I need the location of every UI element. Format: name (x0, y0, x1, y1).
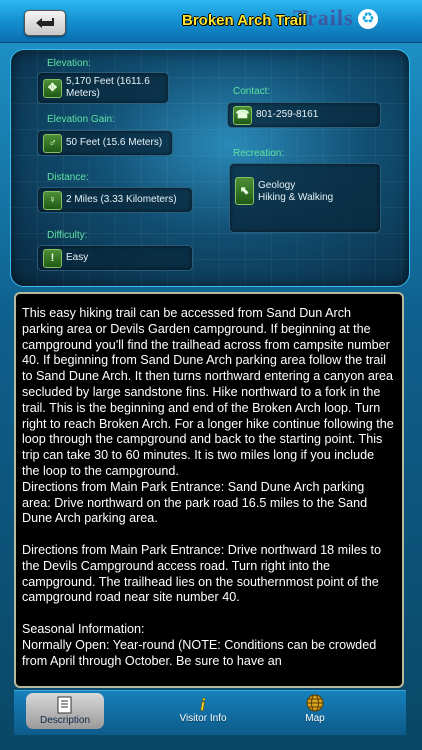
tab-description-label: Description (39, 715, 91, 726)
top-bar: Trails Broken Arch Trail ♻ (0, 0, 422, 43)
pin-icon: ♀ (43, 191, 62, 210)
tab-visitor-info[interactable]: i Visitor Info (164, 691, 242, 731)
contact-value: 801-259-8161 (256, 109, 319, 120)
compass-icon: ✥ (43, 79, 62, 98)
hiker-icon: ⬉ (235, 177, 254, 205)
recreation-item: Geology (258, 180, 296, 191)
elevation-gain-field: ♂ 50 Feet (15.6 Meters) (37, 130, 173, 156)
back-button[interactable] (24, 10, 66, 36)
difficulty-label: Difficulty: (47, 230, 88, 241)
description-text: This easy hiking trail can be accessed f… (22, 306, 394, 668)
tab-map[interactable]: Map (276, 691, 354, 731)
document-icon (57, 696, 72, 714)
description-panel[interactable]: This easy hiking trail can be accessed f… (14, 292, 404, 688)
page-title: Broken Arch Trail (182, 12, 307, 29)
difficulty-field: ! Easy (37, 245, 193, 271)
tab-bar: Description i Visitor Info Map (14, 690, 406, 735)
elevation-value-line1: 5,170 Feet (1611.6 (66, 76, 150, 87)
svg-text:i: i (200, 694, 205, 713)
recreation-item: Hiking & Walking (258, 192, 334, 203)
elevation-gain-label: Elevation Gain: (47, 114, 115, 125)
distance-field: ♀ 2 Miles (3.33 Kilometers) (37, 187, 193, 213)
elevation-value-line2: Meters) (66, 88, 100, 99)
trail-info-panel: Elevation: ✥ 5,170 Feet (1611.6 Meters) … (10, 49, 410, 287)
recreation-field: ⬉ Geology Hiking & Walking (229, 163, 381, 233)
elevation-label: Elevation: (47, 58, 91, 69)
recycle-icon: ♻ (358, 9, 378, 29)
tab-description[interactable]: Description (26, 693, 104, 729)
gain-arrow-icon: ♂ (43, 134, 62, 153)
contact-label: Contact: (233, 86, 271, 97)
back-arrow-icon (36, 18, 54, 28)
contact-field[interactable]: ☎ 801-259-8161 (227, 102, 381, 128)
recreation-label: Recreation: (233, 148, 285, 159)
info-icon: i (200, 694, 206, 713)
phone-icon: ☎ (233, 106, 252, 125)
elevation-field: ✥ 5,170 Feet (1611.6 Meters) (37, 72, 169, 104)
tab-map-label: Map (305, 713, 325, 724)
exclamation-icon: ! (43, 249, 62, 268)
distance-value: 2 Miles (3.33 Kilometers) (66, 194, 177, 205)
tab-visitor-info-label: Visitor Info (179, 713, 227, 724)
elevation-gain-value: 50 Feet (15.6 Meters) (66, 137, 163, 148)
distance-label: Distance: (47, 172, 89, 183)
difficulty-value: Easy (66, 252, 89, 263)
globe-icon (306, 694, 324, 712)
